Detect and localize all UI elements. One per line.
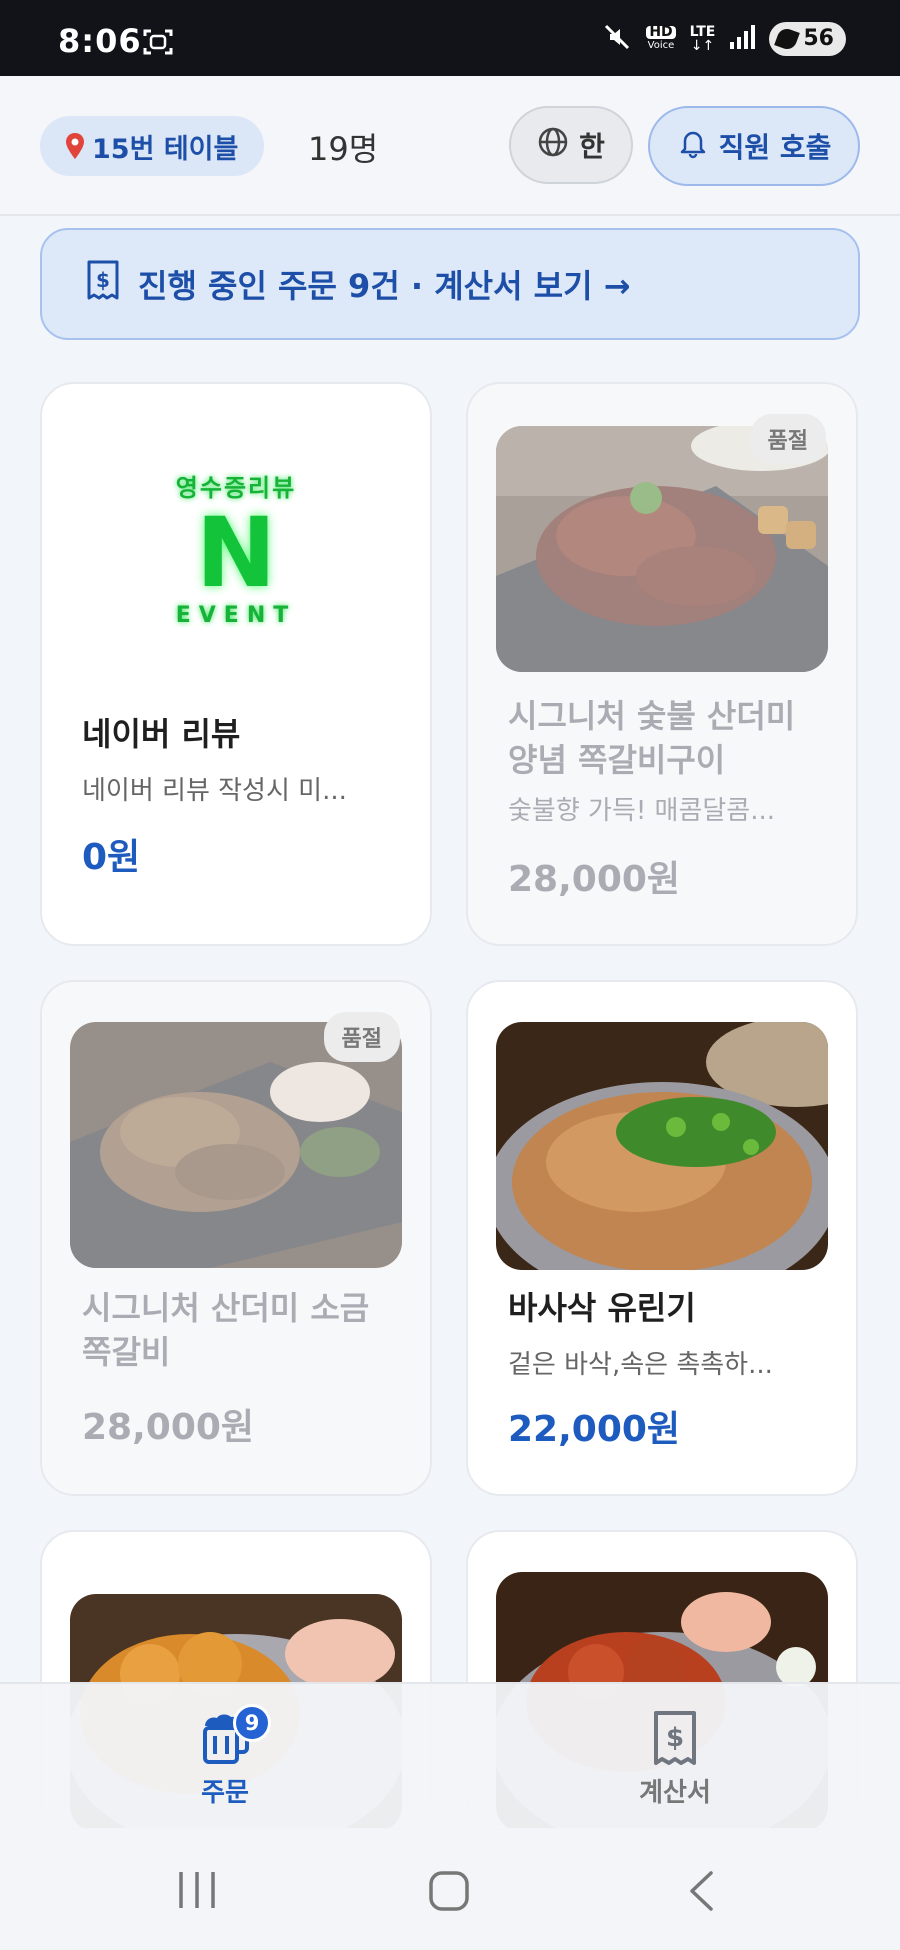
recent-apps-icon[interactable]: [176, 1870, 218, 1914]
menu-card-yuringi[interactable]: 바사삭 유린기 겉은 바삭,속은 촉촉하... 22,000원: [466, 980, 858, 1496]
naver-review-event-image: 영수증리뷰 N EVENT: [70, 424, 402, 672]
menu-item-desc: 겉은 바삭,속은 촉촉하...: [508, 1350, 773, 1380]
table-label: 15번 테이블: [92, 133, 239, 165]
menu-item-name: 시그니처 숯불 산더미 양념 쪽갈비구이: [508, 697, 796, 779]
call-staff-button[interactable]: 직원 호출: [648, 106, 860, 186]
menu-item-price: 0원: [82, 837, 141, 878]
lte-icon: LTE ↓↑: [689, 24, 716, 54]
tab-orders[interactable]: 9 주문: [145, 1704, 305, 1809]
call-staff-label: 직원 호출: [718, 131, 832, 164]
menu-item-name: 바사삭 유린기: [508, 1289, 696, 1327]
receipt-icon: $: [652, 1710, 698, 1766]
soldout-badge: 품절: [323, 1012, 400, 1062]
menu-item-price: 28,000원: [508, 859, 681, 900]
location-pin-icon: [64, 132, 86, 160]
system-navigation-bar: [0, 1830, 900, 1950]
bottom-tab-bar: 9 주문 $ 계산서: [0, 1682, 900, 1830]
tab-orders-label: 주문: [201, 1778, 249, 1808]
language-button[interactable]: 한: [509, 106, 633, 184]
status-time: 8:06: [58, 22, 142, 60]
app-header: 15번 테이블 19명 한 직원 호출: [0, 76, 900, 216]
language-label: 한: [579, 130, 605, 163]
signal-icon: [729, 24, 756, 54]
people-count: 19명: [308, 130, 379, 168]
menu-item-desc: 숯불향 가득! 매콤달콤...: [508, 796, 776, 826]
home-icon[interactable]: [428, 1870, 470, 1916]
menu-item-price: 28,000원: [82, 1407, 255, 1448]
food-image: [496, 1022, 828, 1270]
order-banner-text: 진행 중인 주문 9건 · 계산서 보기 →: [138, 267, 631, 305]
power-saving-icon: [774, 26, 801, 52]
battery-indicator: 56: [769, 22, 846, 56]
menu-item-price: 22,000원: [508, 1409, 681, 1450]
bell-icon: [677, 127, 709, 166]
back-icon[interactable]: [686, 1870, 716, 1916]
mute-icon: [602, 22, 632, 56]
tab-bill-label: 계산서: [639, 1778, 711, 1808]
menu-card-salt-ribs[interactable]: 품절 시그니처 산더미 소금 쪽갈비 28,000원: [40, 980, 432, 1496]
svg-text:$: $: [666, 1723, 684, 1753]
table-chip[interactable]: 15번 테이블: [40, 116, 265, 176]
menu-item-desc: 네이버 리뷰 작성시 미...: [82, 776, 347, 806]
status-bar: 8:06 HD Voice LTE ↓↑ 56: [0, 0, 900, 76]
order-status-banner[interactable]: $ 진행 중인 주문 9건 · 계산서 보기 →: [40, 228, 860, 340]
hd-voice-icon: HD Voice: [646, 24, 676, 51]
menu-item-name: 네이버 리뷰: [82, 715, 241, 753]
menu-item-name: 시그니처 산더미 소금 쪽갈비: [82, 1289, 370, 1371]
menu-card-naver-review[interactable]: 영수증리뷰 N EVENT 네이버 리뷰 네이버 리뷰 작성시 미... 0원: [40, 382, 432, 946]
globe-icon: [537, 126, 569, 165]
screenshot-icon: [142, 27, 174, 61]
menu-card-yangnyeom-ribs[interactable]: 품절 시그니처 숯불 산더미 양념 쪽갈비구이 숯불향 가득! 매콤달콤... …: [466, 382, 858, 946]
svg-text:$: $: [96, 268, 110, 292]
tab-bill[interactable]: $ 계산서: [595, 1710, 755, 1809]
receipt-dollar-icon: $: [86, 260, 120, 308]
orders-count-badge: 9: [233, 1704, 271, 1742]
soldout-badge: 품절: [749, 414, 826, 464]
